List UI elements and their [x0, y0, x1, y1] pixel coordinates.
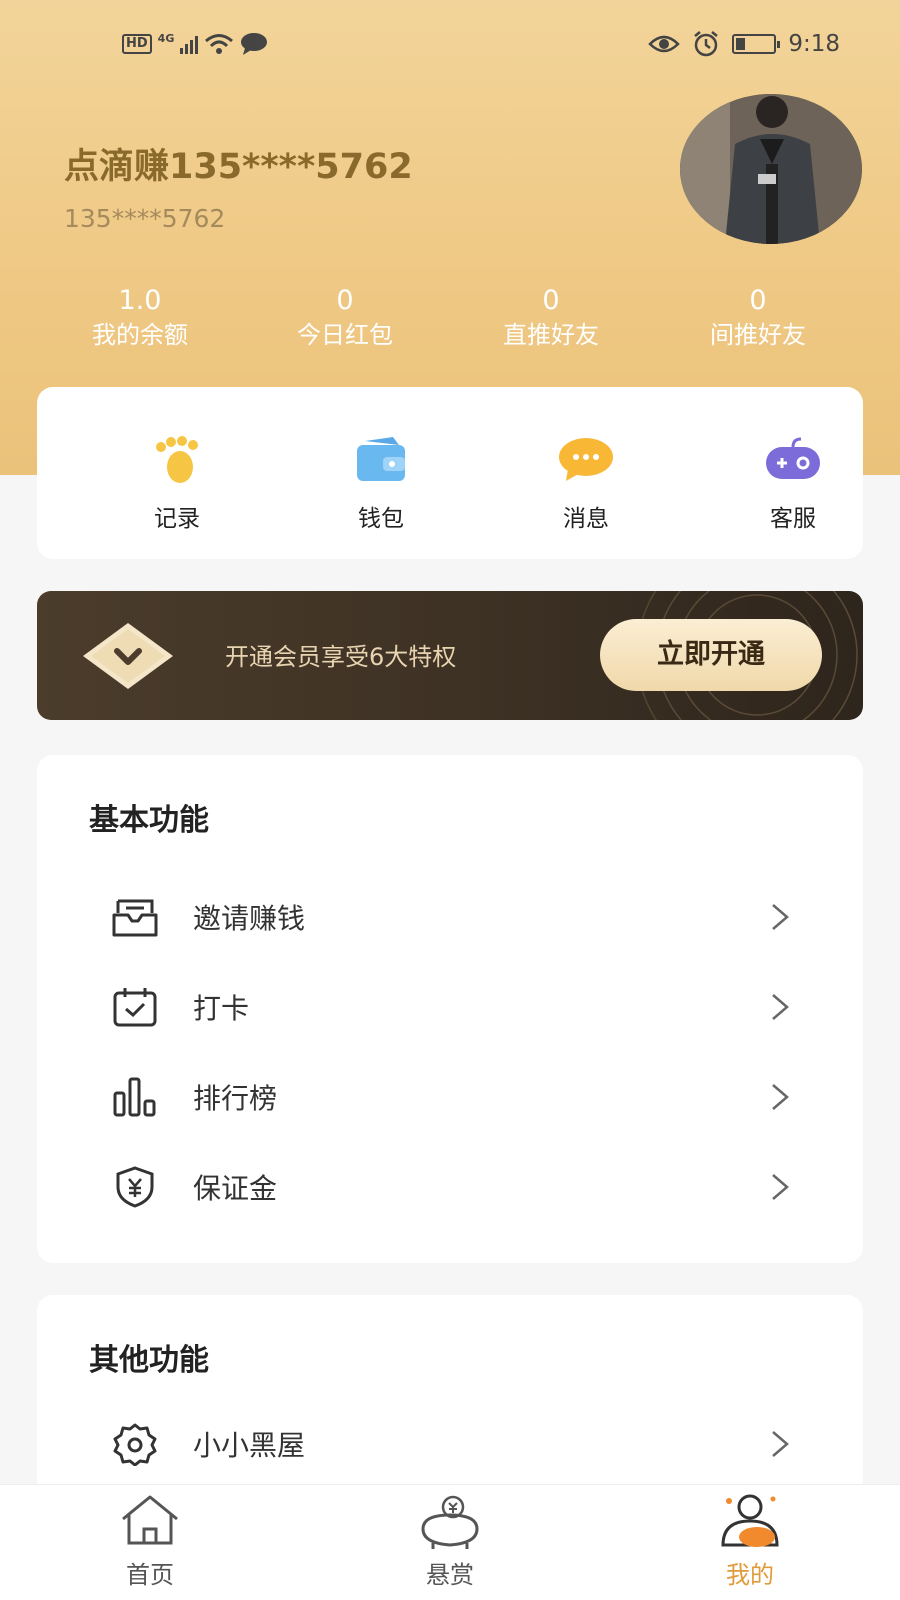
message-icon: [241, 33, 268, 55]
tab-mine[interactable]: 我的: [690, 1493, 810, 1590]
chevron-right-icon: [772, 1431, 789, 1457]
quick-action-label: 记录: [154, 506, 200, 532]
status-bar: HD 4G 9:18: [0, 28, 900, 64]
menu-item-label: 排行榜: [193, 1082, 278, 1115]
stat-today-redpacket[interactable]: 0 今日红包: [245, 285, 445, 353]
stat-value: 0: [542, 285, 560, 316]
bar-chart-icon: [113, 1077, 156, 1117]
menu-item-label: 小小黑屋: [193, 1429, 306, 1462]
hd-badge: HD: [122, 34, 152, 54]
stat-label: 间推好友: [710, 321, 806, 349]
stat-label: 直推好友: [503, 321, 599, 349]
inbox-icon: [112, 899, 158, 937]
section-title: 基本功能: [89, 803, 209, 838]
stat-label: 我的余额: [92, 321, 188, 349]
menu-item-deposit[interactable]: 保证金: [37, 1147, 863, 1227]
menu-item-leaderboard[interactable]: 排行榜: [37, 1057, 863, 1137]
other-functions-card: 其他功能 小小黑屋: [37, 1295, 863, 1495]
chat-bubble-icon: [559, 438, 613, 481]
status-time: 9:18: [788, 31, 840, 57]
user-icon: [721, 1494, 779, 1547]
section-title: 其他功能: [89, 1343, 209, 1378]
stat-value: 0: [336, 285, 354, 316]
stat-value: 1.0: [118, 285, 162, 316]
stat-value: 0: [749, 285, 767, 316]
user-phone: 135****5762: [64, 204, 226, 233]
tab-label: 我的: [726, 1561, 774, 1589]
quick-action-message[interactable]: 消息: [526, 435, 646, 533]
wifi-icon: [205, 34, 234, 54]
chevron-right-icon: [772, 1084, 789, 1110]
quick-actions-card: 记录 钱包 消息 客服: [37, 387, 863, 559]
battery-icon: [732, 34, 781, 54]
calendar-check-icon: [113, 988, 157, 1027]
vip-diamond-icon: [83, 623, 173, 689]
gear-icon: [113, 1423, 157, 1466]
stat-label: 今日红包: [297, 321, 393, 349]
quick-action-label: 客服: [770, 506, 816, 532]
network-type: 4G: [157, 31, 175, 45]
stat-balance[interactable]: 1.0 我的余额: [40, 285, 240, 353]
vip-promo-text: 开通会员享受6大特权: [225, 643, 457, 671]
quick-action-record[interactable]: 记录: [117, 435, 237, 533]
menu-item-label: 打卡: [193, 992, 250, 1025]
quick-action-label: 消息: [563, 506, 609, 532]
bottom-tab-bar: 首页 悬赏 我的: [0, 1484, 900, 1600]
avatar-photo: [680, 94, 862, 244]
tab-reward[interactable]: 悬赏: [390, 1493, 510, 1590]
quick-action-label: 钱包: [358, 506, 404, 532]
status-right: 9:18: [648, 30, 840, 58]
tab-label: 首页: [126, 1561, 174, 1589]
home-icon: [122, 1495, 178, 1545]
menu-item-invite[interactable]: 邀请赚钱: [37, 877, 863, 957]
menu-item-label: 保证金: [193, 1172, 278, 1205]
piggy-bank-icon: [421, 1495, 479, 1549]
wallet-icon: [357, 437, 405, 481]
vip-banner[interactable]: 开通会员享受6大特权 立即开通: [37, 591, 863, 720]
quick-action-wallet[interactable]: 钱包: [321, 435, 441, 533]
chevron-right-icon: [772, 1174, 789, 1200]
signal-icon: [180, 34, 199, 54]
shield-yen-icon: [116, 1166, 154, 1208]
chevron-right-icon: [772, 904, 789, 930]
basic-functions-card: 基本功能 邀请赚钱 打卡 排行榜 保证金: [37, 755, 863, 1263]
footprint-icon: [156, 436, 198, 483]
stat-indirect-friends[interactable]: 0 间推好友: [658, 285, 858, 353]
quick-action-customer-service[interactable]: 客服: [733, 435, 853, 533]
menu-item-blackroom[interactable]: 小小黑屋: [37, 1404, 863, 1484]
chevron-right-icon: [772, 994, 789, 1020]
eye-icon: [648, 35, 681, 53]
stat-direct-friends[interactable]: 0 直推好友: [451, 285, 651, 353]
menu-item-label: 邀请赚钱: [193, 902, 306, 935]
gamepad-icon: [766, 437, 820, 479]
stats-row: 1.0 我的余额 0 今日红包 0 直推好友 0 间推好友: [0, 285, 900, 355]
menu-item-checkin[interactable]: 打卡: [37, 967, 863, 1047]
avatar[interactable]: [680, 94, 862, 244]
tab-label: 悬赏: [426, 1561, 474, 1589]
vip-open-button[interactable]: 立即开通: [600, 619, 822, 691]
user-nickname: 点滴赚135****5762: [64, 147, 413, 187]
status-left: HD 4G: [122, 32, 268, 56]
alarm-icon: [694, 31, 719, 57]
tab-home[interactable]: 首页: [90, 1493, 210, 1590]
